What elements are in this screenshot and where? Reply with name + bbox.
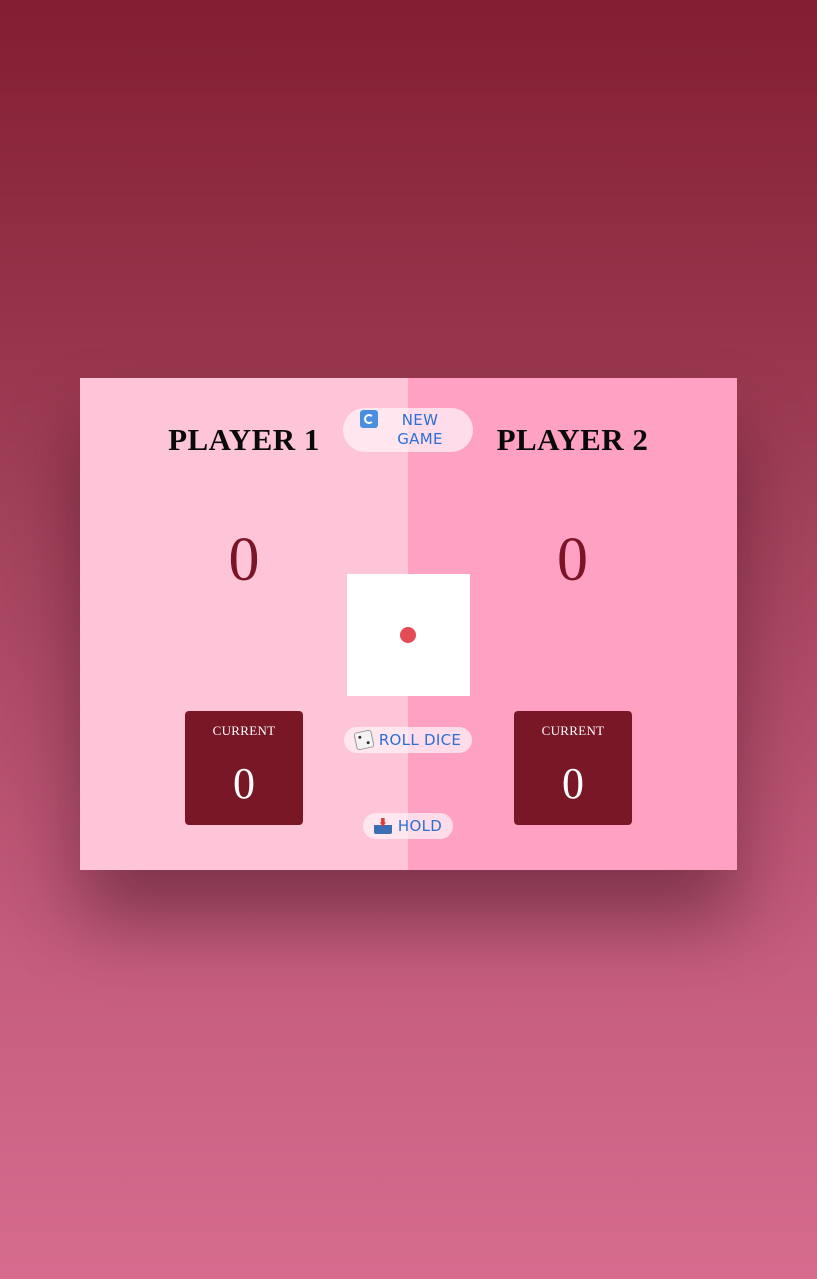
dice-icon xyxy=(353,729,375,751)
hold-label: HOLD xyxy=(397,817,443,835)
hold-button[interactable]: HOLD xyxy=(363,813,453,839)
roll-dice-button[interactable]: ROLL DICE xyxy=(344,727,472,753)
dice-pip xyxy=(400,627,416,643)
dice xyxy=(347,574,470,696)
inbox-icon xyxy=(373,818,392,834)
player-2-current-label: CURRENT xyxy=(541,723,605,738)
refresh-icon xyxy=(360,410,378,428)
new-game-button[interactable]: NEW GAME xyxy=(343,408,473,452)
player-2-current-box: CURRENT 0 xyxy=(514,711,632,825)
player-1-current-box: CURRENT 0 xyxy=(185,711,303,825)
player-1-current-score: 0 xyxy=(233,759,255,808)
game-board: PLAYER 1 0 CURRENT 0 PLAYER 2 0 CURRENT … xyxy=(80,378,737,870)
new-game-label: NEW GAME xyxy=(397,411,443,448)
player-1-current-label: CURRENT xyxy=(212,723,276,738)
roll-dice-label: ROLL DICE xyxy=(378,731,462,749)
player-2-current-score: 0 xyxy=(562,759,584,808)
